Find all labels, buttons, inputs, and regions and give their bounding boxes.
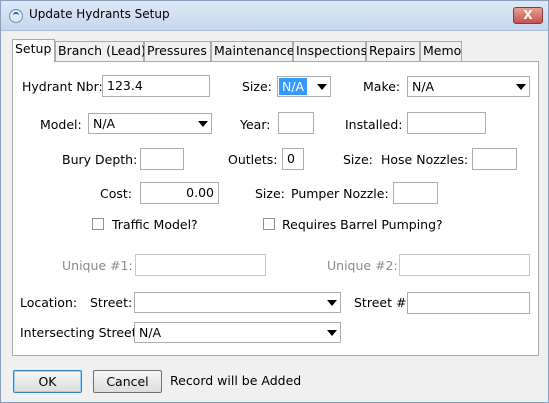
intersecting-street-value: N/A <box>139 325 162 340</box>
app-icon <box>9 9 23 23</box>
title-bar[interactable]: Update Hydrants Setup X <box>1 1 548 31</box>
hydrant-nbr-field[interactable]: 123.4 <box>102 75 210 97</box>
make-label: Make: <box>363 79 401 94</box>
tab-repairs[interactable]: Repairs <box>366 41 420 61</box>
size-dropdown[interactable]: N/A <box>277 76 331 97</box>
outlets-label: Outlets: <box>228 152 278 167</box>
tab-memo[interactable]: Memo <box>420 41 462 61</box>
pumper-nozzle-field[interactable] <box>393 182 438 204</box>
intersecting-street-dropdown[interactable]: N/A <box>134 322 341 343</box>
unique1-field[interactable] <box>135 254 266 276</box>
street-label: Street: <box>90 295 133 310</box>
hose-size-label: Size: <box>343 152 373 167</box>
window-title: Update Hydrants Setup <box>29 7 170 21</box>
location-label: Location: <box>20 295 78 310</box>
street-dropdown[interactable] <box>134 292 341 313</box>
tab-branch-lead[interactable]: Branch (Lead) <box>55 41 146 61</box>
hose-nozzles-label: Hose Nozzles: <box>381 152 469 167</box>
update-hydrants-window: Update Hydrants Setup X Setup Branch (Le… <box>0 0 549 403</box>
chevron-down-icon[interactable] <box>313 77 330 96</box>
status-text: Record will be Added <box>170 373 302 388</box>
size-label: Size: <box>242 79 272 94</box>
unique2-field[interactable] <box>399 254 530 276</box>
chevron-down-icon[interactable] <box>512 77 529 96</box>
make-dropdown[interactable]: N/A <box>407 76 530 97</box>
year-field[interactable] <box>278 112 314 134</box>
chevron-down-icon[interactable] <box>323 323 340 342</box>
unique2-label: Unique #2: <box>327 258 398 273</box>
make-value: N/A <box>412 79 435 94</box>
close-button[interactable]: X <box>513 7 543 24</box>
pumper-nozzle-label: Pumper Nozzle: <box>291 186 389 201</box>
model-label: Model: <box>40 117 82 132</box>
hose-nozzles-field[interactable] <box>472 148 517 170</box>
barrel-pumping-label: Requires Barrel Pumping? <box>282 217 443 232</box>
chevron-down-icon[interactable] <box>323 293 340 312</box>
barrel-pumping-checkbox[interactable] <box>263 218 275 230</box>
tab-inspections[interactable]: Inspections <box>293 41 367 61</box>
ok-button[interactable]: OK <box>13 370 82 393</box>
installed-field[interactable] <box>407 112 486 134</box>
hydrant-nbr-label: Hydrant Nbr: <box>22 79 103 94</box>
bury-depth-label: Bury Depth: <box>62 152 138 167</box>
model-value: N/A <box>93 116 116 131</box>
year-label: Year: <box>240 117 271 132</box>
installed-label: Installed: <box>345 117 403 132</box>
cost-label: Cost: <box>100 186 133 201</box>
chevron-down-icon[interactable] <box>194 114 211 133</box>
bury-depth-field[interactable] <box>140 148 184 170</box>
outlets-field[interactable]: 0 <box>282 148 304 170</box>
tab-pressures[interactable]: Pressures <box>144 41 211 61</box>
unique1-label: Unique #1: <box>62 258 133 273</box>
street-nbr-label: Street #: <box>354 295 411 310</box>
cost-field[interactable]: 0.00 <box>140 182 219 204</box>
model-dropdown[interactable]: N/A <box>88 113 212 134</box>
intersecting-street-label: Intersecting Street: <box>20 325 141 340</box>
size-value: N/A <box>279 78 308 95</box>
traffic-model-checkbox[interactable] <box>92 218 104 230</box>
pumper-size-label: Size: <box>255 186 285 201</box>
tab-maintenance[interactable]: Maintenance <box>211 41 295 61</box>
cancel-button[interactable]: Cancel <box>93 370 162 393</box>
traffic-model-label: Traffic Model? <box>112 217 198 232</box>
tab-setup[interactable]: Setup <box>12 39 55 62</box>
street-nbr-field[interactable] <box>407 292 530 314</box>
